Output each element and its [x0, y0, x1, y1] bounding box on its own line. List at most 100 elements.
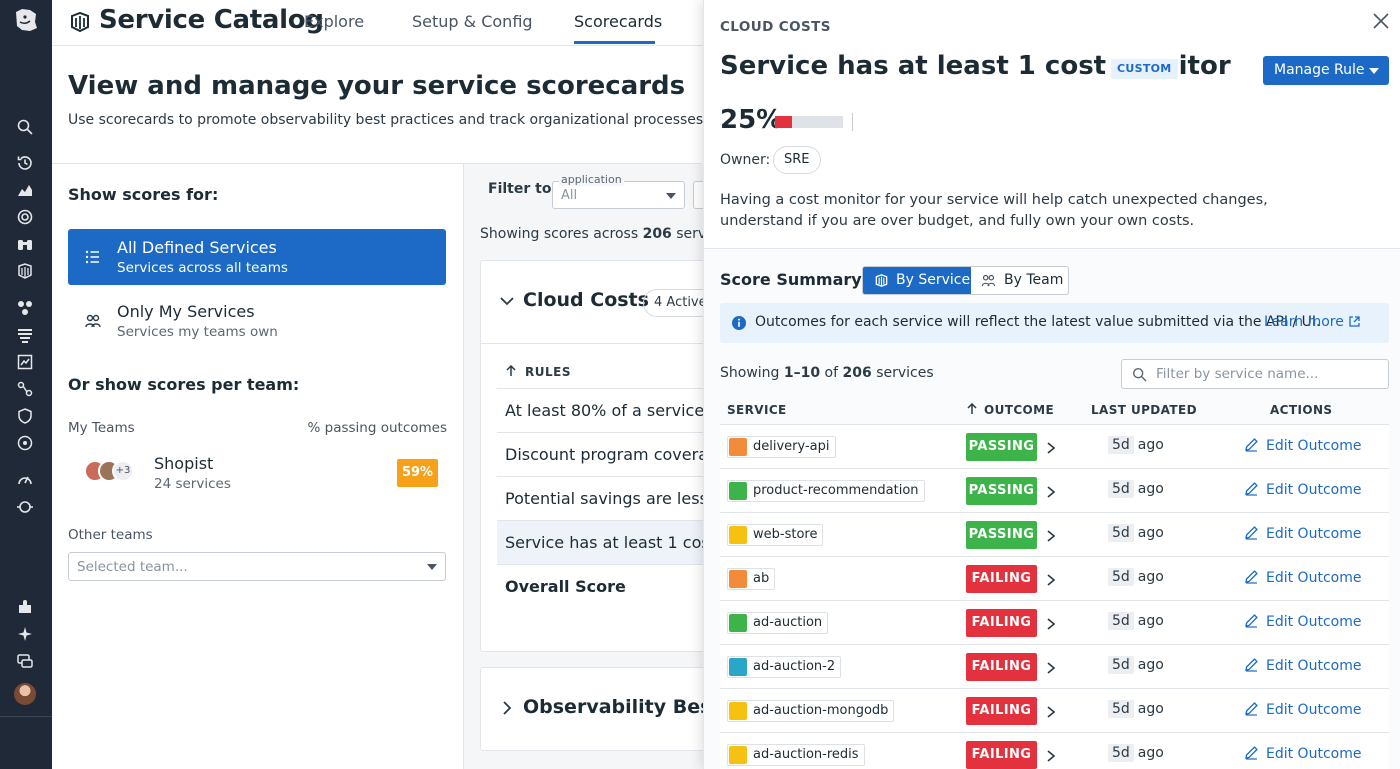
service-name-tag[interactable]: ad-auction-2 — [727, 656, 842, 678]
rule-row[interactable]: Discount program coverage — [497, 432, 703, 476]
service-name-tag[interactable]: delivery-api — [727, 436, 836, 458]
rule-row[interactable]: Potential savings are less th — [497, 476, 703, 520]
pencil-icon — [1245, 482, 1258, 496]
apm-icon[interactable] — [16, 299, 34, 317]
by-service-toggle[interactable]: By Service — [863, 267, 971, 294]
team-member-avatars: +3 — [84, 460, 138, 484]
bits-icon[interactable] — [16, 498, 34, 516]
application-filter-select[interactable]: application All — [552, 173, 685, 209]
dashboard-icon[interactable] — [16, 181, 34, 199]
datadog-logo-icon[interactable] — [12, 6, 40, 34]
sort-up-icon — [506, 364, 516, 376]
edit-outcome-link[interactable]: Edit Outcome — [1244, 437, 1361, 454]
chevron-right-icon[interactable] — [1045, 572, 1057, 586]
service-name-tag[interactable]: ad-auction-redis — [727, 744, 865, 766]
service-type-icon — [729, 702, 747, 720]
rules-column-header[interactable]: RULES — [505, 364, 571, 379]
binoculars-icon[interactable] — [16, 235, 34, 253]
overall-score-label: Overall Score — [505, 577, 626, 596]
table-row: ad-auction FAILING 5d ago Edit Outcome — [720, 601, 1389, 645]
chevron-right-icon[interactable] — [1045, 704, 1057, 718]
service-column-header[interactable]: SERVICE — [727, 403, 787, 417]
tab-scorecards[interactable]: Scorecards — [574, 12, 662, 31]
showing-range: 1–10 — [783, 365, 821, 381]
user-avatar[interactable] — [14, 683, 36, 705]
edit-outcome-link[interactable]: Edit Outcome — [1244, 569, 1361, 586]
scorecard-title[interactable]: Cloud Costs — [523, 289, 649, 311]
service-name: ad-auction — [753, 615, 823, 630]
showing-prefix: Showing scores across — [480, 226, 643, 242]
secondary-filter-select[interactable] — [693, 181, 703, 209]
history-icon[interactable] — [16, 154, 34, 172]
rule-row[interactable]: At least 80% of a service's co — [497, 388, 703, 432]
pencil-icon — [1245, 702, 1258, 716]
left-nav — [0, 0, 52, 769]
chevron-right-icon[interactable] — [1045, 528, 1057, 542]
age-suffix: ago — [1137, 437, 1164, 453]
edit-outcome-link[interactable]: Edit Outcome — [1244, 657, 1361, 674]
service-filter-input[interactable] — [1156, 365, 1376, 383]
search-icon[interactable] — [16, 118, 34, 136]
edit-outcome-label: Edit Outcome — [1266, 438, 1362, 454]
rule-description: Having a cost monitor for your service w… — [720, 192, 1268, 229]
tab-setup-config[interactable]: Setup & Config — [412, 12, 533, 31]
edit-outcome-link[interactable]: Edit Outcome — [1244, 613, 1361, 630]
pencil-icon — [1245, 570, 1258, 584]
chevron-right-icon[interactable] — [1045, 660, 1057, 674]
scorecard-title[interactable]: Observability Best Pr — [523, 696, 703, 718]
chevron-right-icon[interactable] — [499, 700, 515, 716]
service-catalog-icon[interactable] — [16, 262, 34, 280]
service-name: ad-auction-2 — [753, 659, 836, 674]
edit-outcome-link[interactable]: Edit Outcome — [1244, 701, 1361, 718]
logs-icon[interactable] — [16, 326, 34, 344]
service-type-icon — [729, 658, 747, 676]
chevron-down-icon[interactable] — [499, 293, 515, 309]
outcome-column-header[interactable]: OUTCOME — [966, 402, 1055, 417]
service-name-tag[interactable]: ab — [727, 568, 776, 590]
filter-legend: application — [559, 173, 624, 186]
owner-pill[interactable]: SRE — [773, 146, 821, 174]
outcome-header-label: OUTCOME — [984, 403, 1055, 417]
watchdog-icon[interactable] — [16, 434, 34, 452]
edit-outcome-link[interactable]: Edit Outcome — [1244, 745, 1361, 762]
chevron-right-icon[interactable] — [1045, 748, 1057, 762]
option-my-services[interactable]: Only My Services Services my teams own — [68, 293, 446, 349]
table-row: ad-auction-redis FAILING 5d ago Edit Outcome — [720, 733, 1389, 769]
security-icon[interactable] — [16, 407, 34, 425]
option-all-services[interactable]: All Defined Services Services across all… — [68, 229, 446, 285]
integrations-icon[interactable] — [16, 380, 34, 398]
team-card-shopist[interactable]: +3 Shopist 24 services 59% — [68, 446, 446, 502]
showing-scores-text: Showing scores across 206 services — [480, 226, 703, 242]
age-value: 5d — [1108, 612, 1134, 630]
chevron-right-icon[interactable] — [1045, 440, 1057, 454]
tab-explore[interactable]: Explore — [304, 12, 364, 31]
edit-outcome-link[interactable]: Edit Outcome — [1244, 481, 1361, 498]
team-select[interactable]: Selected team... — [68, 552, 446, 581]
close-icon[interactable] — [1372, 12, 1390, 30]
learn-more-link[interactable]: Learn more — [1264, 314, 1361, 330]
service-name-tag[interactable]: ad-auction — [727, 612, 829, 634]
by-team-toggle[interactable]: By Team — [971, 267, 1068, 294]
edit-outcome-link[interactable]: Edit Outcome — [1244, 525, 1361, 542]
chevron-right-icon[interactable] — [1045, 484, 1057, 498]
monitor-icon[interactable] — [16, 208, 34, 226]
age-value: 5d — [1108, 744, 1134, 762]
overall-score-row: Overall Score — [497, 564, 703, 608]
external-link-icon — [1349, 316, 1360, 327]
manage-rule-button[interactable]: Manage Rule — [1263, 56, 1389, 85]
rule-row-selected[interactable]: Service has at least 1 cost m — [497, 520, 703, 564]
chat-icon[interactable] — [16, 652, 34, 670]
ci-icon[interactable] — [16, 471, 34, 489]
per-team-heading: Or show scores per team: — [68, 375, 300, 394]
last-updated: 5d ago — [1108, 612, 1164, 630]
service-name-tag[interactable]: product-recommendation — [727, 480, 925, 502]
service-name-tag[interactable]: web-store — [727, 524, 824, 546]
last-updated-column-header[interactable]: LAST UPDATED — [1091, 403, 1197, 417]
team-select-placeholder: Selected team... — [77, 559, 188, 575]
service-name-tag[interactable]: ad-auction-mongodb — [727, 700, 895, 722]
service-catalog-logo-icon — [68, 10, 92, 34]
synthetics-icon[interactable] — [16, 353, 34, 371]
chevron-right-icon[interactable] — [1045, 616, 1057, 630]
extensions-icon[interactable] — [16, 598, 34, 616]
spark-icon[interactable] — [16, 625, 34, 643]
